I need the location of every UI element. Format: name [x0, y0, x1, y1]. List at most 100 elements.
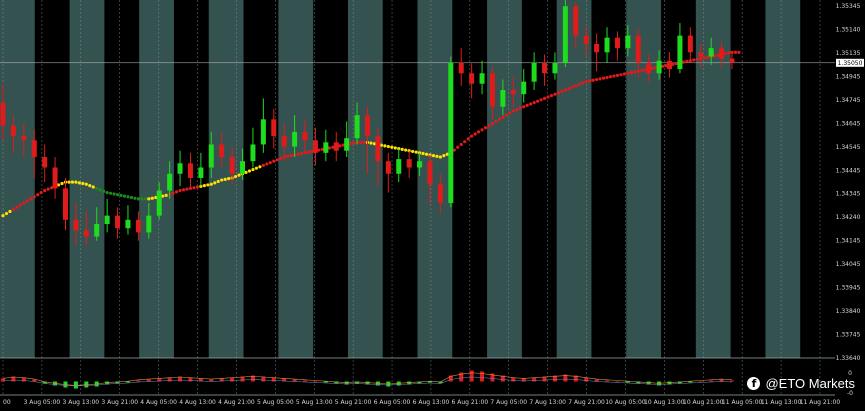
ma-point: [539, 98, 543, 102]
session-band: [34, 0, 71, 358]
ma-point: [470, 134, 474, 138]
candle-body: [52, 167, 58, 189]
session-band: [104, 0, 140, 358]
ma-point: [622, 72, 626, 76]
ma-point: [591, 78, 595, 82]
candle-body: [323, 142, 329, 153]
oscillator-bar: [167, 377, 172, 382]
ma-point: [15, 205, 19, 209]
ma-point: [490, 121, 495, 126]
ma-point: [109, 191, 113, 195]
ma-point: [1, 214, 5, 218]
ma-point: [511, 109, 515, 113]
ma-point: [88, 184, 92, 188]
ma-point: [223, 177, 227, 181]
price-tick-label: 1.35345: [836, 3, 861, 10]
ma-point: [84, 182, 88, 186]
candle-body: [552, 62, 558, 74]
candle-body: [135, 219, 141, 233]
ma-point: [608, 75, 613, 79]
ma-point: [601, 76, 606, 80]
price-tick-label: 1.35140: [836, 26, 861, 33]
ma-point: [11, 207, 16, 211]
candle-body: [10, 125, 16, 137]
oscillator-bar: [469, 370, 474, 382]
candle-body: [667, 60, 673, 70]
candle-body: [719, 48, 725, 59]
oscillator-bar: [532, 377, 537, 382]
ma-point: [358, 140, 363, 144]
ma-point: [615, 73, 620, 77]
oscillator-bar: [688, 381, 693, 383]
ma-point: [36, 193, 40, 197]
ma-point: [421, 151, 425, 156]
price-tick-label: 1.33640: [836, 355, 861, 362]
ma-point: [181, 188, 186, 192]
candle-body: [729, 58, 735, 63]
ma-point: [352, 141, 356, 145]
candle-body: [562, 6, 568, 63]
candle-body: [312, 140, 318, 153]
time-tick-label: 6 Aug 13:00: [413, 399, 450, 406]
time-tick-label: 7 Aug 21:00: [568, 399, 605, 406]
session-band: [173, 0, 210, 358]
ma-point: [286, 154, 290, 158]
candle-body: [21, 136, 27, 141]
oscillator-bar: [730, 380, 734, 382]
ma-point: [77, 181, 81, 185]
time-tick-label: 11 Aug 13:00: [761, 399, 802, 406]
ma-point: [216, 179, 220, 184]
candle-body: [42, 157, 48, 168]
price-tick-label: 1.33840: [836, 308, 861, 315]
ma-point: [383, 144, 387, 148]
candle-body: [104, 215, 110, 225]
ma-point: [192, 186, 196, 190]
time-tick-label: 5 Aug 05:00: [257, 399, 294, 406]
candle-body: [385, 161, 391, 174]
ma-point: [126, 195, 130, 199]
ma-point: [206, 183, 210, 187]
ma-point: [195, 185, 199, 189]
ma-point: [508, 111, 512, 115]
candle-body: [292, 131, 298, 147]
oscillator-bar: [303, 380, 308, 382]
ma-point: [164, 193, 168, 197]
session-band: [487, 0, 523, 358]
ma-point: [438, 155, 442, 159]
ma-point: [435, 154, 439, 158]
candle-body: [448, 62, 454, 204]
ma-point: [265, 162, 269, 166]
ma-point: [570, 85, 574, 89]
candle-body: [573, 6, 579, 36]
ma-point: [442, 154, 446, 158]
session-band: [800, 0, 836, 358]
oscillator-bar: [625, 381, 630, 383]
candle-body: [94, 224, 100, 237]
session-bands: [0, 0, 836, 411]
ma-point: [726, 51, 731, 55]
candle-body: [0, 102, 6, 126]
ma-point: [133, 196, 137, 200]
ma-point: [459, 142, 463, 147]
price-tick-label: 1.34745: [836, 97, 861, 104]
time-tick-label: 3 Aug 21:00: [101, 399, 138, 406]
oscillator-axis-label: -0: [847, 390, 853, 397]
ma-point: [227, 177, 231, 181]
candle-body: [614, 37, 620, 49]
ma-point: [584, 80, 588, 84]
oscillator-bar: [511, 377, 516, 382]
session-band: [417, 0, 453, 358]
session-band: [765, 0, 801, 358]
ma-point: [466, 137, 470, 141]
ma-point: [202, 184, 206, 188]
ma-point: [136, 197, 140, 201]
oscillator-bar: [73, 381, 78, 389]
time-tick-label: 7 Aug 05:00: [490, 399, 527, 406]
session-band: [313, 0, 349, 358]
oscillator-bar: [230, 377, 235, 382]
ma-point: [525, 103, 529, 107]
ma-point: [306, 150, 311, 154]
price-tick-label: 1.35135: [836, 50, 861, 57]
candle-body: [115, 215, 121, 229]
session-band: [626, 0, 662, 358]
